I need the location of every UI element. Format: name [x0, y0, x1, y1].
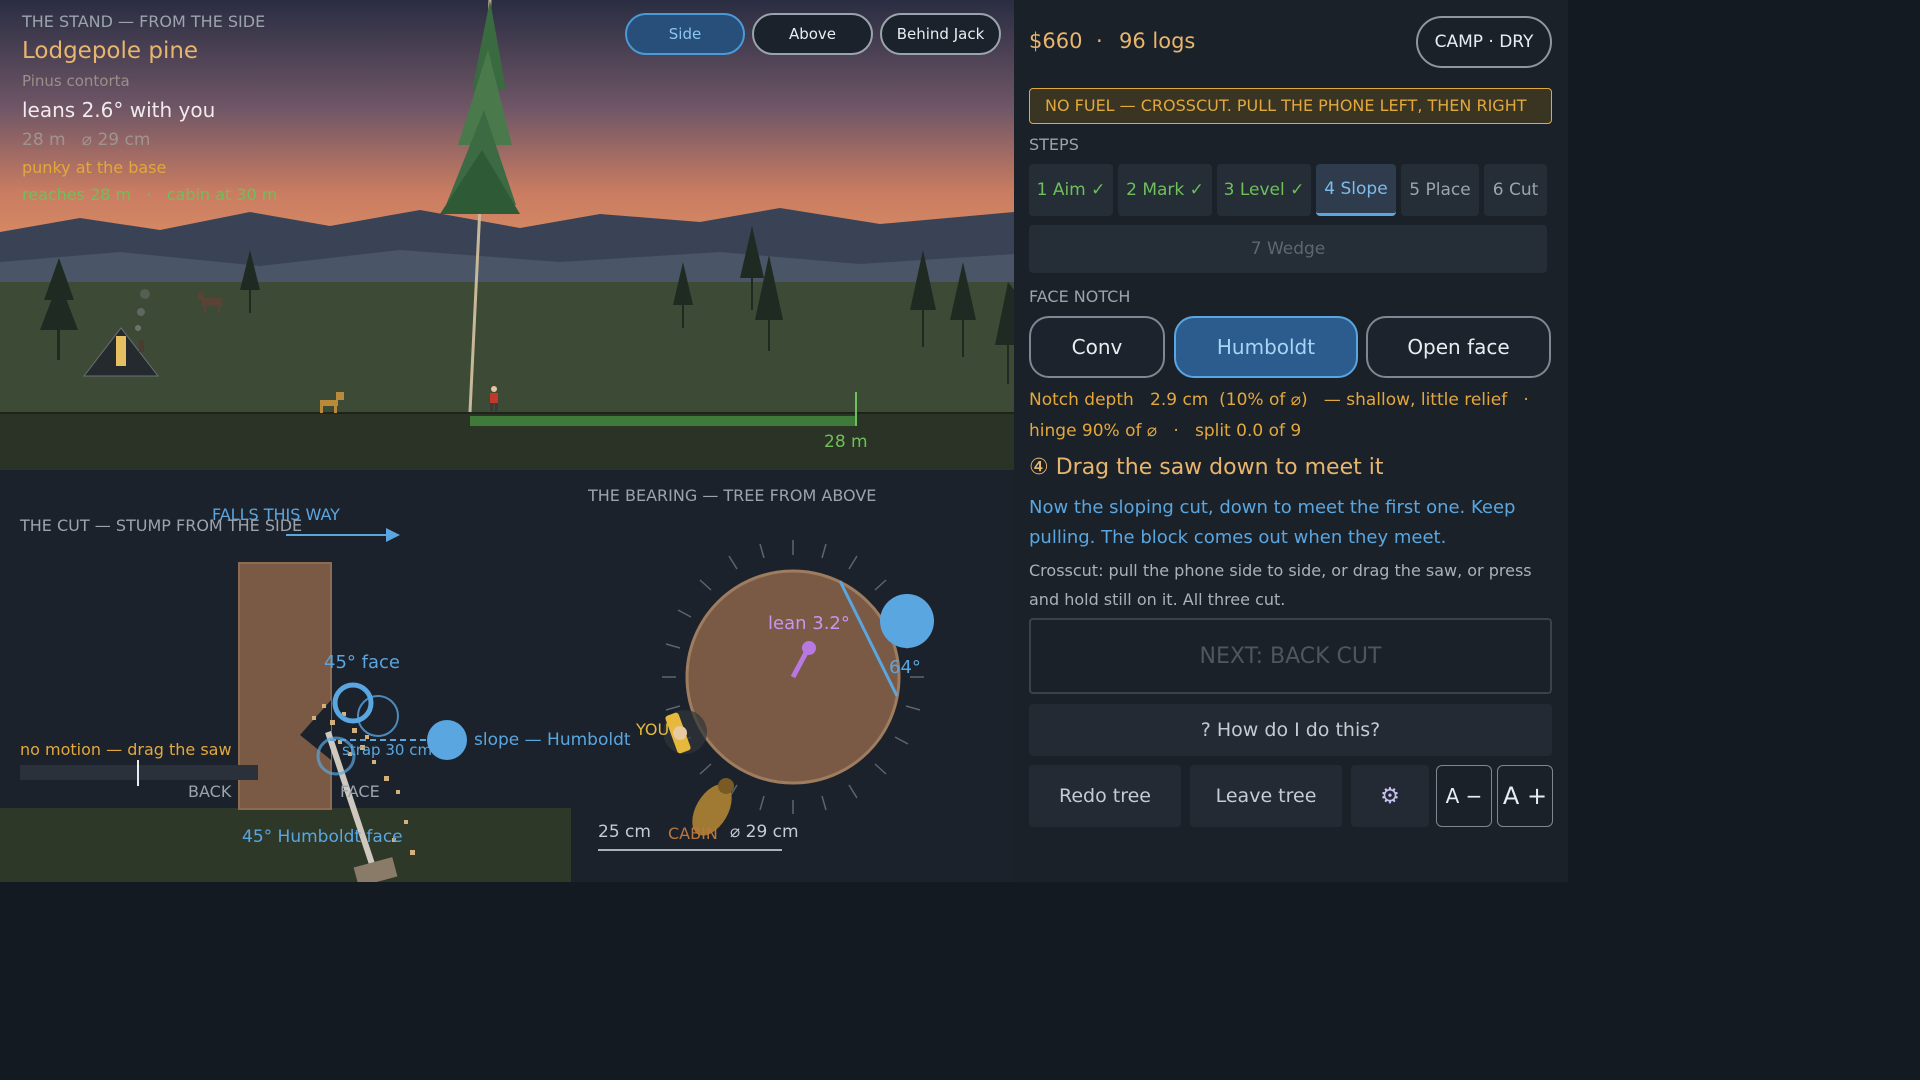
bearing-heading: THE BEARING — TREE FROM ABOVE — [588, 486, 877, 505]
settings-button[interactable]: ⚙ — [1351, 765, 1429, 827]
step-mark[interactable]: 2 Mark ✓ — [1118, 164, 1212, 216]
back-label: BACK — [188, 782, 232, 801]
step-slope[interactable]: 4 Slope — [1316, 164, 1396, 216]
species-name: Lodgepole pine — [22, 38, 199, 64]
motion-status: no motion — drag the saw — [20, 740, 232, 759]
face-notch-heading: FACE NOTCH — [1029, 287, 1131, 306]
face-label: FACE — [340, 782, 380, 801]
slope-label: slope — Humboldt — [474, 730, 631, 750]
falls-arrow — [386, 528, 400, 542]
you-label: YOU — [636, 720, 670, 739]
notch-humboldt-button[interactable]: Humboldt — [1174, 316, 1358, 378]
font-smaller-button[interactable]: A − — [1436, 765, 1492, 827]
tree-condition: punky at the base — [22, 158, 167, 177]
leave-tree-button[interactable]: Leave tree — [1190, 765, 1342, 827]
species-latin: Pinus contorta — [22, 72, 130, 90]
diameter-label: ⌀ 29 cm — [730, 822, 799, 842]
step-aim[interactable]: 1 Aim ✓ — [1029, 164, 1113, 216]
stand-side-view: THE STAND — FROM THE SIDE Lodgepole pine… — [0, 0, 1014, 470]
next-back-cut-button[interactable]: NEXT: BACK CUT — [1029, 618, 1552, 694]
notch-open-face-button[interactable]: Open face — [1366, 316, 1551, 378]
strap-label: strap 30 cm — [342, 741, 433, 759]
step-level[interactable]: 3 Level ✓ — [1217, 164, 1311, 216]
fall-distance-label: 28 m — [824, 432, 868, 452]
view-behind-jack-button[interactable]: Behind Jack — [880, 13, 1001, 55]
fuel-banner-text: NO FUEL — CROSSCUT. PULL THE PHONE LEFT,… — [1045, 96, 1527, 115]
help-button[interactable]: ? How do I do this? — [1029, 704, 1552, 756]
instruction-hint: Crosscut: pull the phone side to side, o… — [1029, 561, 1532, 609]
hinge-info: hinge 90% of ⌀ · split 0.0 of 9 — [1029, 421, 1302, 441]
scale-label: 25 cm — [598, 822, 651, 842]
lean-readout: leans 2.6° with you — [22, 98, 216, 122]
redo-tree-button[interactable]: Redo tree — [1029, 765, 1181, 827]
tree-size: 28 m ⌀ 29 cm — [22, 130, 151, 150]
humboldt-face-label: 45° Humboldt face — [242, 827, 403, 847]
stand-scene — [0, 0, 1014, 470]
step-cut[interactable]: 6 Cut — [1484, 164, 1547, 216]
lean-label: lean 3.2° — [768, 613, 850, 634]
cabin-direction-label: CABIN — [668, 824, 718, 843]
stand-heading: THE STAND — FROM THE SIDE — [22, 12, 266, 31]
face-angle-label: 45° face — [324, 652, 400, 673]
view-above-button[interactable]: Above — [752, 13, 873, 55]
notch-conventional-button[interactable]: Conv — [1029, 316, 1165, 378]
tree-reach: reaches 28 m · cabin at 30 m — [22, 185, 278, 204]
fuel-banner: NO FUEL — CROSSCUT. PULL THE PHONE LEFT,… — [1029, 88, 1552, 124]
steps-heading: STEPS — [1029, 135, 1079, 154]
font-larger-button[interactable]: A + — [1497, 765, 1553, 827]
bearing-handle — [880, 594, 934, 648]
camp-status-button[interactable]: CAMP · DRY — [1416, 16, 1552, 68]
control-panel: $660 · 96 logs CAMP · DRY NO FUEL — CROS… — [1014, 0, 1568, 882]
log-count: 96 logs — [1119, 29, 1196, 53]
money: $660 — [1029, 29, 1083, 53]
stat-separator: · — [1096, 29, 1103, 53]
instruction-title: ④ Drag the saw down to meet it — [1029, 455, 1384, 480]
meadow — [0, 282, 1014, 414]
falls-this-way-label: FALLS THIS WAY — [212, 505, 340, 524]
face-handle — [332, 682, 374, 724]
step-place[interactable]: 5 Place — [1401, 164, 1479, 216]
fall-distance-bar — [470, 416, 856, 426]
you-marker — [663, 710, 707, 754]
notch-depth-info: Notch depth 2.9 cm (10% of ⌀) — shallow,… — [1029, 390, 1529, 410]
step-wedge[interactable]: 7 Wedge — [1029, 225, 1547, 273]
view-side-button[interactable]: Side — [625, 13, 745, 55]
notch-angle-label: 64° — [889, 657, 921, 678]
gear-icon: ⚙ — [1380, 783, 1400, 809]
lower-views: THE CUT — STUMP FROM THE SIDE FALLS THIS… — [0, 470, 1014, 882]
instruction-body: Now the sloping cut, down to meet the fi… — [1029, 497, 1516, 548]
